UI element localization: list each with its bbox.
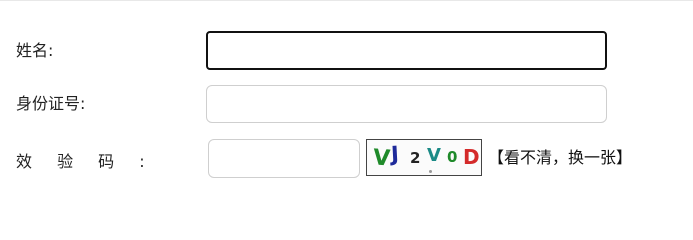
captcha-noise-dot — [429, 170, 432, 173]
captcha-image[interactable]: V J 2 V 0 D — [366, 139, 482, 176]
id-number-input[interactable] — [206, 85, 607, 123]
captcha-char: V — [427, 145, 441, 166]
captcha-char: 0 — [447, 148, 458, 166]
name-input[interactable] — [206, 31, 607, 70]
captcha-char: V — [372, 145, 391, 172]
verification-code-label: 效 验 码 : — [16, 152, 155, 171]
name-label: 姓名: — [16, 41, 54, 60]
id-number-label: 身份证号: — [16, 94, 86, 113]
verification-code-input[interactable] — [208, 139, 360, 178]
refresh-captcha-link[interactable]: 【看不清，换一张】 — [488, 148, 632, 168]
top-divider — [0, 0, 693, 1]
captcha-char: J — [390, 141, 400, 167]
captcha-char: D — [463, 145, 480, 169]
captcha-char: 2 — [410, 149, 421, 167]
